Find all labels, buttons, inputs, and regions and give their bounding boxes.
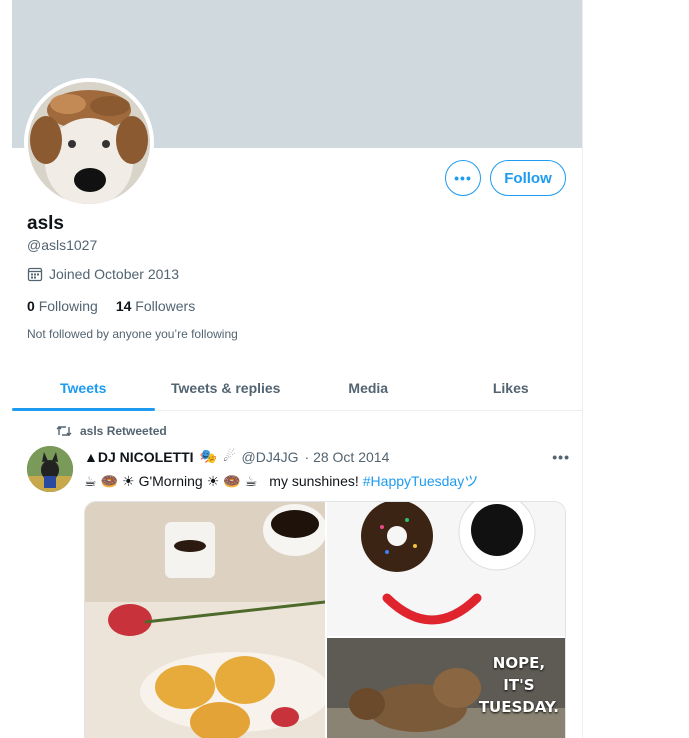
tweet-hashtag[interactable]: #HappyTuesdayツ	[363, 471, 478, 491]
avatar-dog-image	[28, 82, 150, 204]
more-options-button[interactable]: •••	[445, 160, 481, 196]
sun-emoji-icon: ☀	[122, 472, 135, 489]
tab-tweets-replies[interactable]: Tweets & replies	[155, 366, 298, 410]
tweet-header: ▲DJ NICOLETTI 🎭 ☄ @DJ4JG · 28 Oct 2014 •…	[84, 448, 570, 465]
comet-emoji-icon: ☄	[222, 448, 236, 464]
follow-counts: 0 Following 14 Followers	[27, 298, 195, 314]
tab-media[interactable]: Media	[297, 366, 440, 410]
calendar-icon	[27, 267, 43, 282]
followers-count: 14	[115, 298, 132, 314]
profile-handle: @asls1027	[27, 237, 98, 253]
donut-face-photo	[327, 502, 565, 636]
breakfast-photo	[85, 502, 330, 738]
tweet-author-handle[interactable]: @DJ4JG	[242, 449, 299, 465]
tweet-text-greeting: G'Morning	[138, 473, 203, 489]
profile-tabs: Tweets Tweets & replies Media Likes	[12, 366, 582, 411]
tab-tweets[interactable]: Tweets	[12, 366, 155, 411]
profile-avatar[interactable]	[24, 78, 154, 208]
tab-likes[interactable]: Likes	[440, 366, 583, 410]
media-image-donut-face[interactable]	[327, 502, 565, 636]
tweet-more-button[interactable]: •••	[552, 449, 570, 465]
tweet-text: ☕ 🍩 ☀ G'Morning ☀ 🍩 ☕ my sunshines! #Hap…	[84, 471, 478, 491]
mask-emoji-icon: 🎭	[199, 448, 217, 464]
retweeted-by-label[interactable]: asls Retweeted	[80, 424, 167, 438]
retweet-icon	[56, 426, 72, 436]
followers-label: Followers	[135, 298, 196, 314]
retweet-indicator: asls Retweeted	[56, 424, 167, 438]
sun-emoji-icon-2: ☀	[206, 472, 220, 489]
profile-panel: ••• Follow asls @asls1027 Joined October…	[12, 0, 583, 738]
overlay-line-2: IT'S	[503, 676, 535, 694]
author-avatar-image	[27, 446, 73, 492]
joined-label: Joined October 2013	[49, 266, 179, 282]
joined-date: Joined October 2013	[27, 266, 179, 282]
tweet-media-grid: NOPE, IT'S TUESDAY.	[84, 501, 566, 738]
follow-button[interactable]: Follow	[490, 160, 566, 196]
not-followed-note: Not followed by anyone you’re following	[27, 327, 238, 341]
overlay-line-3: TUESDAY.	[478, 698, 559, 716]
coffee-emoji-icon: ☕	[84, 472, 97, 489]
following-label: Following	[38, 298, 98, 314]
media-image-breakfast[interactable]	[85, 502, 330, 738]
donut-emoji-icon-2: 🍩	[223, 472, 241, 489]
coffee-emoji-icon-2: ☕	[244, 472, 258, 489]
tweet-text-body: my sunshines!	[269, 473, 359, 489]
donut-emoji-icon: 🍩	[100, 472, 118, 489]
profile-name: asls	[27, 213, 64, 234]
following-count: 0	[27, 298, 35, 314]
followers-link[interactable]: 14 Followers	[116, 298, 195, 314]
following-link[interactable]: 0 Following	[27, 298, 98, 314]
tuesday-overlay-text: NOPE, IT'S TUESDAY.	[479, 652, 559, 718]
media-image-dogs-tuesday[interactable]: NOPE, IT'S TUESDAY.	[327, 638, 565, 738]
tweet-author-name[interactable]: ▲DJ NICOLETTI	[84, 449, 194, 465]
overlay-line-1: NOPE,	[492, 654, 546, 672]
tweet-author-avatar[interactable]	[27, 446, 73, 492]
tweet-date[interactable]: · 28 Oct 2014	[305, 449, 390, 465]
